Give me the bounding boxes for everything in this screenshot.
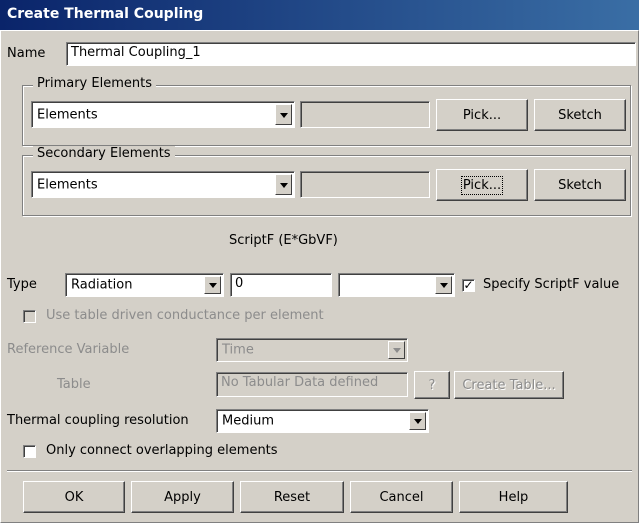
reset-button[interactable]: Reset [240, 481, 344, 513]
primary-elements-legend: Primary Elements [33, 76, 156, 91]
apply-button[interactable]: Apply [131, 481, 234, 513]
specify-scriptf-checkbox[interactable]: ✓ [462, 279, 475, 292]
unit-select[interactable] [338, 273, 455, 297]
specify-scriptf-label: Specify ScriptF value [483, 277, 620, 292]
secondary-sketch-button[interactable]: Sketch [534, 169, 626, 201]
type-select[interactable]: Radiation [65, 273, 224, 297]
chevron-down-icon[interactable] [409, 412, 426, 430]
table-help-button[interactable]: ? [414, 371, 450, 399]
overlap-checkbox[interactable] [23, 445, 36, 458]
secondary-pick-button[interactable]: Pick... [436, 169, 528, 201]
window-title: Create Thermal Coupling [7, 6, 204, 22]
resolution-select[interactable]: Medium [216, 409, 429, 433]
secondary-elements-select[interactable]: Elements [31, 171, 295, 198]
primary-elements-field[interactable] [300, 101, 430, 128]
resolution-label: Thermal coupling resolution [7, 413, 189, 428]
scriptf-label: ScriptF (E*GbVF) [229, 233, 338, 248]
reference-variable-select[interactable]: Time [216, 338, 408, 362]
table-driven-label: Use table driven conductance per element [46, 308, 324, 323]
table-driven-checkbox[interactable] [23, 310, 36, 323]
reference-variable-label: Reference Variable [7, 342, 130, 357]
type-label: Type [7, 277, 37, 292]
secondary-pick-label: Pick... [460, 176, 504, 195]
table-field[interactable]: No Tabular Data defined [216, 372, 408, 397]
primary-pick-button[interactable]: Pick... [436, 99, 528, 131]
primary-elements-select[interactable]: Elements [31, 101, 295, 128]
chevron-down-icon[interactable] [435, 276, 452, 294]
type-select-value: Radiation [71, 277, 133, 293]
chevron-down-icon[interactable] [275, 174, 292, 195]
chevron-down-icon[interactable] [275, 104, 292, 125]
chevron-down-icon[interactable] [204, 276, 221, 294]
help-button[interactable]: Help [459, 481, 568, 513]
table-label: Table [57, 377, 91, 392]
name-label: Name [7, 46, 46, 61]
title-bar[interactable]: Create Thermal Coupling [0, 0, 639, 30]
secondary-elements-select-value: Elements [37, 177, 98, 192]
primary-elements-select-value: Elements [37, 107, 98, 122]
scriptf-value-input[interactable]: 0 [230, 273, 332, 297]
overlap-label: Only connect overlapping elements [46, 443, 278, 458]
name-input[interactable]: Thermal Coupling_1 [66, 42, 636, 66]
primary-sketch-button[interactable]: Sketch [534, 99, 626, 131]
create-table-button[interactable]: Create Table... [454, 371, 564, 399]
secondary-elements-legend: Secondary Elements [33, 146, 175, 161]
cancel-button[interactable]: Cancel [350, 481, 453, 513]
chevron-down-icon[interactable] [388, 341, 405, 359]
resolution-select-value: Medium [222, 413, 274, 429]
separator [7, 470, 632, 472]
reference-variable-select-value: Time [222, 342, 254, 358]
ok-button[interactable]: OK [23, 481, 125, 513]
secondary-elements-field[interactable] [300, 171, 430, 198]
